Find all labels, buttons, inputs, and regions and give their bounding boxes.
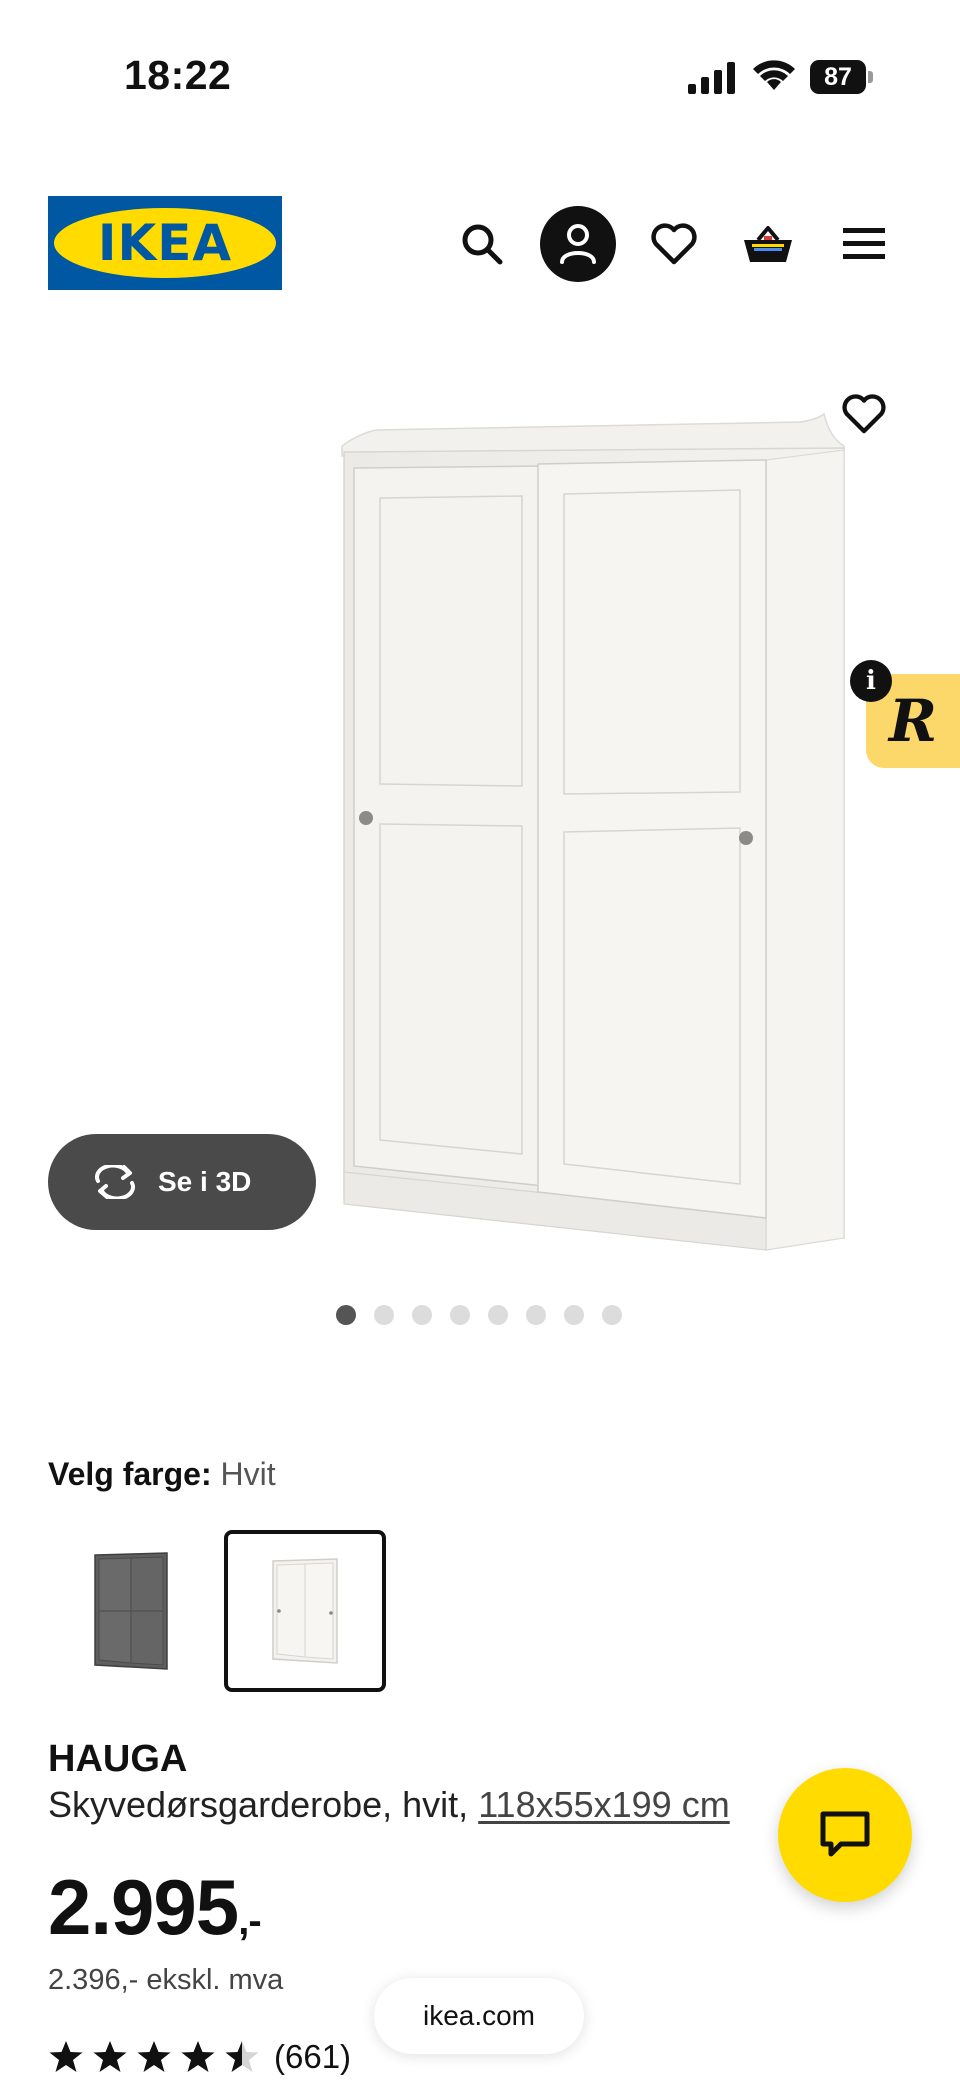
- carousel-dot[interactable]: [336, 1305, 356, 1325]
- price-suffix: ,-: [238, 1899, 261, 1943]
- product-price: 2.995,-: [48, 1862, 262, 1953]
- product-dimensions-link[interactable]: 118x55x199 cm: [478, 1784, 730, 1825]
- color-label: Velg farge: Hvit: [48, 1456, 276, 1493]
- product-type: Skyvedørsgarderobe, hvit,: [48, 1784, 469, 1825]
- chat-button[interactable]: [778, 1768, 912, 1902]
- carousel-dots[interactable]: [336, 1305, 622, 1325]
- search-icon[interactable]: [444, 206, 520, 282]
- logo-text: IKEA: [97, 214, 233, 272]
- info-icon[interactable]: i: [850, 660, 892, 702]
- product-name: HAUGA: [48, 1738, 188, 1780]
- ikea-logo[interactable]: IKEA: [48, 196, 282, 290]
- wifi-icon: [753, 60, 795, 90]
- color-swatch-white[interactable]: [224, 1530, 386, 1692]
- half-star-icon: [225, 2041, 259, 2072]
- battery-icon: 87: [810, 60, 874, 94]
- star-icon: [137, 2041, 171, 2072]
- menu-icon[interactable]: [826, 206, 902, 282]
- favorite-heart-icon[interactable]: [834, 384, 894, 444]
- carousel-dot[interactable]: [526, 1305, 546, 1325]
- browser-url-pill[interactable]: ikea.com: [374, 1978, 584, 2054]
- status-time: 18:22: [124, 52, 232, 98]
- carousel-dot[interactable]: [450, 1305, 470, 1325]
- carousel-dot[interactable]: [412, 1305, 432, 1325]
- profile-icon[interactable]: [540, 206, 616, 282]
- price-main: 2.995: [48, 1863, 239, 1951]
- carousel-dot[interactable]: [602, 1305, 622, 1325]
- star-icon: [181, 2041, 215, 2072]
- rotate-3d-icon: [95, 1165, 135, 1199]
- price-ex-vat: 2.396,- ekskl. mva: [48, 1964, 284, 1996]
- rating-stars[interactable]: [48, 2040, 260, 2074]
- wishlist-heart-icon[interactable]: [636, 206, 712, 282]
- carousel-dot[interactable]: [564, 1305, 584, 1325]
- star-icon: [93, 2041, 127, 2072]
- basket-icon[interactable]: [730, 206, 806, 282]
- color-swatch-dark-grey[interactable]: [50, 1530, 212, 1692]
- battery-level: 87: [810, 60, 866, 94]
- view-3d-label: Se i 3D: [158, 1166, 252, 1197]
- carousel-dot[interactable]: [488, 1305, 508, 1325]
- color-label-title: Velg farge:: [48, 1456, 212, 1492]
- product-description: Skyvedørsgarderobe, hvit, 118x55x199 cm: [48, 1784, 730, 1826]
- product-image[interactable]: [338, 412, 848, 1262]
- color-label-value: Hvit: [220, 1456, 276, 1492]
- rating-count[interactable]: (661): [274, 2038, 351, 2076]
- signal-icon: [688, 62, 735, 94]
- chat-icon: [820, 1811, 870, 1857]
- star-icon: [49, 2041, 83, 2072]
- view-3d-button[interactable]: Se i 3D: [48, 1134, 316, 1230]
- carousel-dot[interactable]: [374, 1305, 394, 1325]
